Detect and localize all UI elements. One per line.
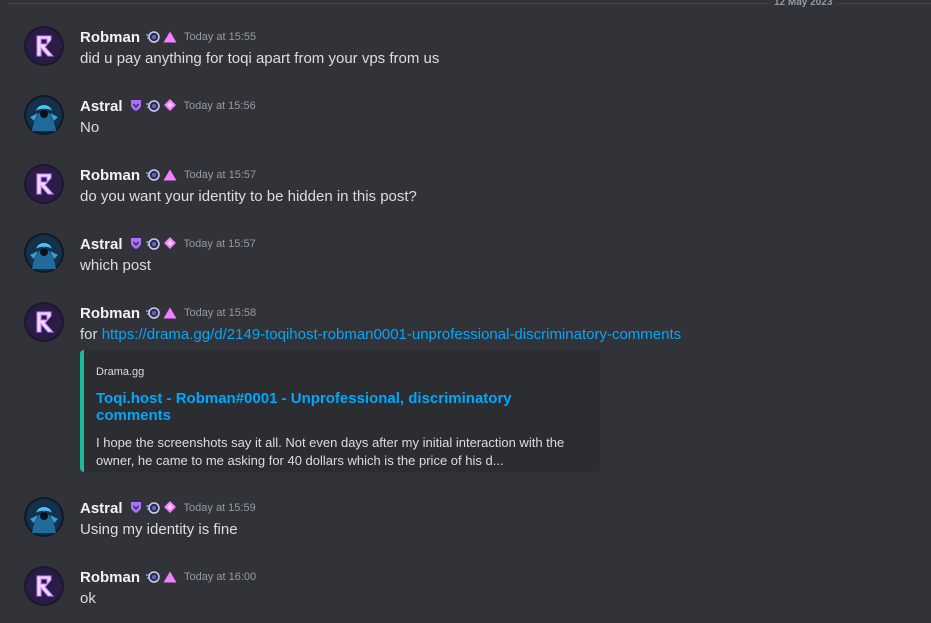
shield-icon[interactable] <box>129 235 143 254</box>
timestamp[interactable]: Today at 16:00 <box>184 571 256 583</box>
message-content: which post <box>80 257 151 274</box>
date-divider: 12 May 2023 <box>8 0 931 8</box>
username[interactable]: Astral <box>80 98 123 115</box>
robman-avatar-icon[interactable] <box>24 26 64 66</box>
robman-avatar-icon[interactable] <box>24 164 64 204</box>
timestamp[interactable]: Today at 15:55 <box>184 31 256 43</box>
embed-provider[interactable]: Drama.gg <box>96 366 584 378</box>
nitro-icon[interactable] <box>145 499 160 518</box>
timestamp[interactable]: Today at 15:57 <box>184 169 256 181</box>
gem-icon[interactable] <box>163 97 177 116</box>
link-embed: Drama.gg Toqi.host - Robman#0001 - Unpro… <box>80 350 600 472</box>
embed-description: I hope the screenshots say it all. Not e… <box>96 435 565 468</box>
message-content: do you want your identity to be hidden i… <box>80 188 417 205</box>
gem-icon[interactable] <box>163 235 177 254</box>
message-content: did u pay anything for toqi apart from y… <box>80 50 440 67</box>
username[interactable]: Astral <box>80 500 123 517</box>
astral-avatar-icon[interactable] <box>24 95 64 135</box>
message[interactable]: Astral Today at 15:57 which post <box>0 233 931 277</box>
triangle-badge-icon[interactable] <box>163 304 177 323</box>
shield-icon[interactable] <box>129 499 143 518</box>
shield-icon[interactable] <box>129 97 143 116</box>
astral-avatar-icon[interactable] <box>24 497 64 537</box>
nitro-icon[interactable] <box>145 235 160 254</box>
nitro-icon[interactable] <box>146 28 160 47</box>
date-divider-label: 12 May 2023 <box>770 0 837 8</box>
message-content: for https://drama.gg/d/2149-toqihost-rob… <box>80 324 681 346</box>
gem-icon[interactable] <box>163 499 177 518</box>
username[interactable]: Robman <box>80 29 140 46</box>
message[interactable]: Robman Today at 15:58 for https://drama.… <box>0 302 931 472</box>
timestamp[interactable]: Today at 15:56 <box>184 100 256 112</box>
triangle-badge-icon[interactable] <box>163 568 177 587</box>
timestamp[interactable]: Today at 15:58 <box>184 307 256 319</box>
embed-title[interactable]: Toqi.host - Robman#0001 - Unprofessional… <box>96 390 584 424</box>
nitro-icon[interactable] <box>146 568 160 587</box>
chat-scroll-area[interactable]: 12 May 2023 Robman Today at 15:55 did u … <box>0 0 931 623</box>
message[interactable]: Robman Today at 15:57 do you want your i… <box>0 164 931 208</box>
message-content: Using my identity is fine <box>80 521 238 538</box>
username[interactable]: Robman <box>80 305 140 322</box>
message[interactable]: Robman Today at 16:00 ok <box>0 566 931 610</box>
message-text: for <box>80 326 102 343</box>
message-content: ok <box>80 590 96 607</box>
timestamp[interactable]: Today at 15:57 <box>184 238 256 250</box>
username[interactable]: Astral <box>80 236 123 253</box>
triangle-badge-icon[interactable] <box>163 166 177 185</box>
timestamp[interactable]: Today at 15:59 <box>184 502 256 514</box>
message-link[interactable]: https://drama.gg/d/2149-toqihost-robman0… <box>102 326 681 343</box>
message[interactable]: Astral Today at 15:59 Using my identity … <box>0 497 931 541</box>
robman-avatar-icon[interactable] <box>24 302 64 342</box>
nitro-icon[interactable] <box>146 304 160 323</box>
triangle-badge-icon[interactable] <box>163 28 177 47</box>
nitro-icon[interactable] <box>146 166 160 185</box>
message[interactable]: Astral Today at 15:56 No <box>0 95 931 139</box>
message-content: No <box>80 119 100 136</box>
nitro-icon[interactable] <box>145 97 160 116</box>
astral-avatar-icon[interactable] <box>24 233 64 273</box>
username[interactable]: Robman <box>80 167 140 184</box>
robman-avatar-icon[interactable] <box>24 566 64 606</box>
message[interactable]: Robman Today at 15:55 did u pay anything… <box>0 26 931 70</box>
username[interactable]: Robman <box>80 569 140 586</box>
